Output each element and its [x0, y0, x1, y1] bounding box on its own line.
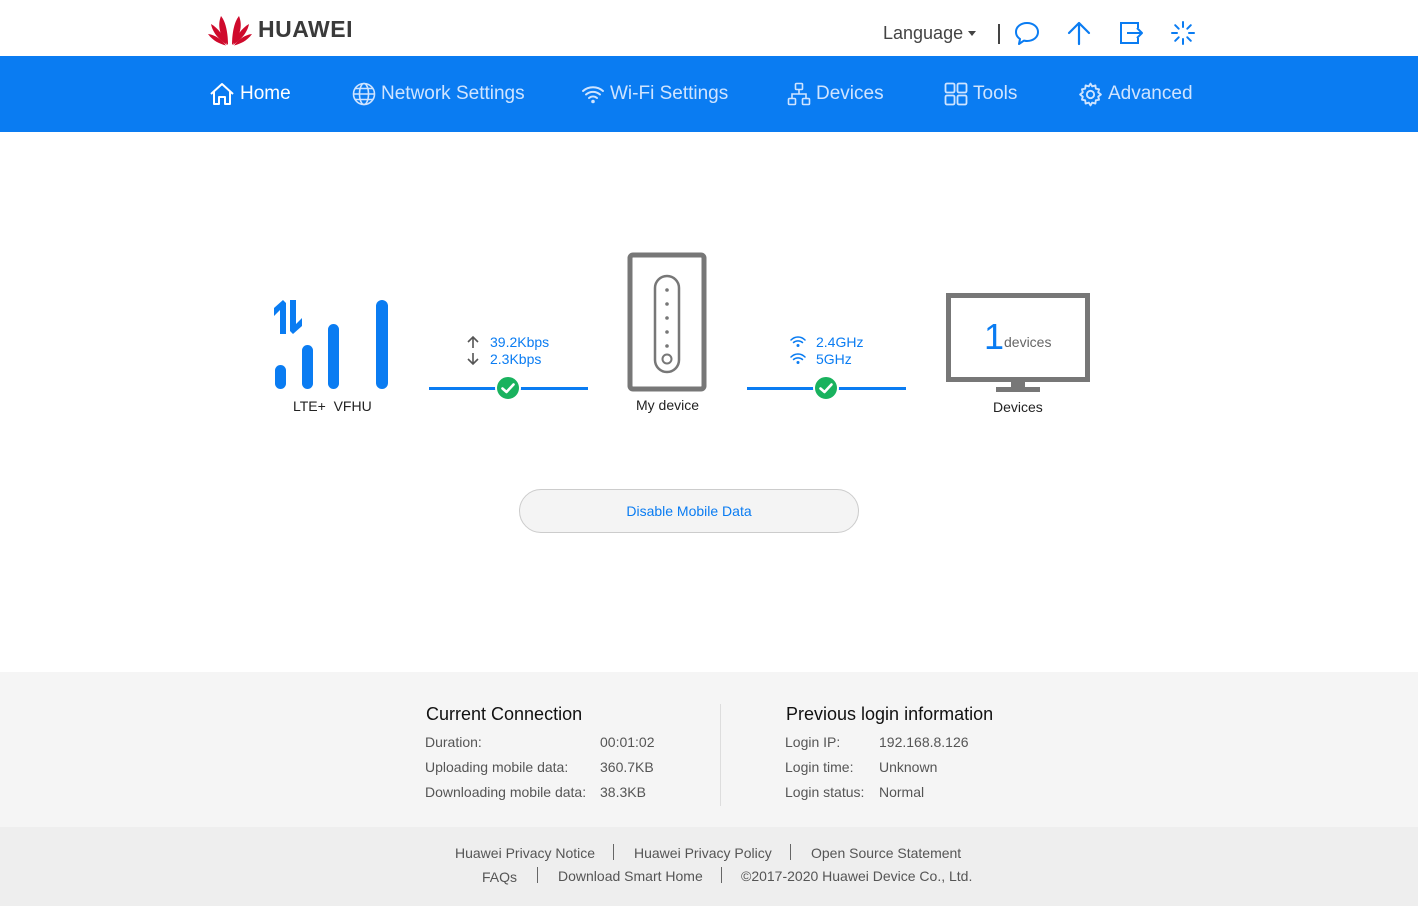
devices-unit: devices	[1004, 334, 1052, 350]
privacy-notice-link[interactable]: Huawei Privacy Notice	[455, 845, 595, 861]
footer-separator	[537, 867, 538, 883]
nav-devices-label: Devices	[816, 83, 884, 104]
huawei-flower-icon	[208, 16, 252, 46]
info-divider	[720, 704, 721, 806]
login-status-value: Normal	[879, 784, 925, 800]
footer-separator	[790, 844, 791, 860]
wifi-band-5g: 5GHz	[816, 351, 852, 367]
login-time-value: Unknown	[879, 759, 938, 775]
main-nav: Home Network Settings Wi-Fi Settings Dev…	[0, 56, 1418, 132]
brand-name: HUAWEI	[258, 15, 353, 42]
router-device-icon[interactable]	[627, 252, 707, 392]
connected-devices-widget[interactable]: 1 devices	[946, 293, 1090, 394]
connection-info-section: Current Connection Duration: 00:01:02 Up…	[0, 672, 1418, 827]
copyright-text: ©2017-2020 Huawei Device Co., Ltd.	[741, 868, 973, 884]
router-label: My device	[636, 397, 700, 413]
faqs-link[interactable]: FAQs	[482, 869, 517, 885]
nav-network-settings-label: Network Settings	[381, 83, 525, 104]
previous-login-title: Previous login information	[786, 704, 994, 724]
current-connection-title: Current Connection	[426, 704, 583, 724]
download-data-value: 38.3KB	[600, 784, 646, 800]
signal-label: LTE+ VFHU	[293, 398, 372, 414]
huawei-logo[interactable]: HUAWEI	[208, 12, 353, 46]
top-bar: HUAWEI Language	[0, 0, 1418, 56]
nav-home-label: Home	[240, 83, 291, 104]
duration-key: Duration:	[425, 734, 482, 750]
nav-wifi-settings[interactable]: Wi-Fi Settings	[581, 56, 728, 132]
language-dropdown[interactable]: Language	[883, 23, 977, 44]
lan-status-check-icon	[813, 375, 839, 401]
wifi-icon	[582, 86, 604, 104]
wifi-band2-icon	[790, 353, 806, 364]
loading-spinner-icon[interactable]	[1170, 20, 1196, 46]
nav-network-settings[interactable]: Network Settings	[352, 56, 525, 132]
nav-tools-label: Tools	[973, 83, 1018, 104]
logout-icon[interactable]	[1118, 20, 1144, 46]
tools-grid-icon	[944, 82, 968, 106]
download-rate: 2.3Kbps	[490, 351, 542, 367]
upload-rate-icon	[467, 335, 479, 348]
download-rate-icon	[467, 353, 479, 366]
privacy-policy-link[interactable]: Huawei Privacy Policy	[634, 845, 772, 861]
download-smart-home-link[interactable]: Download Smart Home	[558, 868, 703, 884]
duration-value: 00:01:02	[600, 734, 655, 750]
home-icon	[210, 83, 234, 105]
upload-rate: 39.2Kbps	[490, 334, 550, 350]
footer: Huawei Privacy Notice Huawei Privacy Pol…	[0, 827, 1418, 906]
disable-mobile-data-button[interactable]: Disable Mobile Data	[519, 489, 859, 533]
devices-topology-icon	[787, 82, 811, 106]
upload-arrow-icon[interactable]	[1066, 20, 1092, 46]
upload-data-key: Uploading mobile data:	[425, 759, 569, 775]
message-icon[interactable]	[1014, 20, 1040, 46]
footer-separator	[613, 844, 614, 860]
open-source-link[interactable]: Open Source Statement	[811, 845, 961, 861]
operator-name: VFHU	[333, 398, 372, 414]
wifi-band1-icon	[790, 336, 806, 347]
caret-down-icon	[968, 31, 977, 36]
network-type: LTE+	[293, 398, 326, 414]
language-label: Language	[883, 23, 964, 43]
login-ip-key: Login IP:	[785, 734, 841, 750]
login-ip-value: 192.168.8.126	[879, 734, 969, 750]
nav-tools[interactable]: Tools	[944, 56, 1017, 132]
download-data-key: Downloading mobile data:	[425, 784, 587, 800]
login-time-key: Login time:	[785, 759, 854, 775]
footer-separator	[721, 867, 722, 883]
nav-home[interactable]: Home	[209, 56, 291, 132]
signal-strength-icon[interactable]	[272, 300, 392, 392]
wan-status-check-icon	[495, 375, 521, 401]
network-diagram: LTE+ VFHU 39.2Kbps 2.3Kbps My device 2.4…	[0, 132, 1418, 672]
nav-devices[interactable]: Devices	[787, 56, 884, 132]
nav-advanced[interactable]: Advanced	[1078, 56, 1193, 132]
nav-wifi-settings-label: Wi-Fi Settings	[610, 83, 729, 104]
wifi-band-2g: 2.4GHz	[816, 334, 864, 350]
upload-data-value: 360.7KB	[600, 759, 654, 775]
header-divider	[998, 24, 1000, 44]
globe-icon	[352, 82, 376, 106]
devices-count: 1	[984, 316, 1005, 357]
gear-icon	[1079, 82, 1102, 106]
devices-label: Devices	[993, 399, 1043, 415]
nav-advanced-label: Advanced	[1108, 83, 1193, 104]
login-status-key: Login status:	[785, 784, 865, 800]
